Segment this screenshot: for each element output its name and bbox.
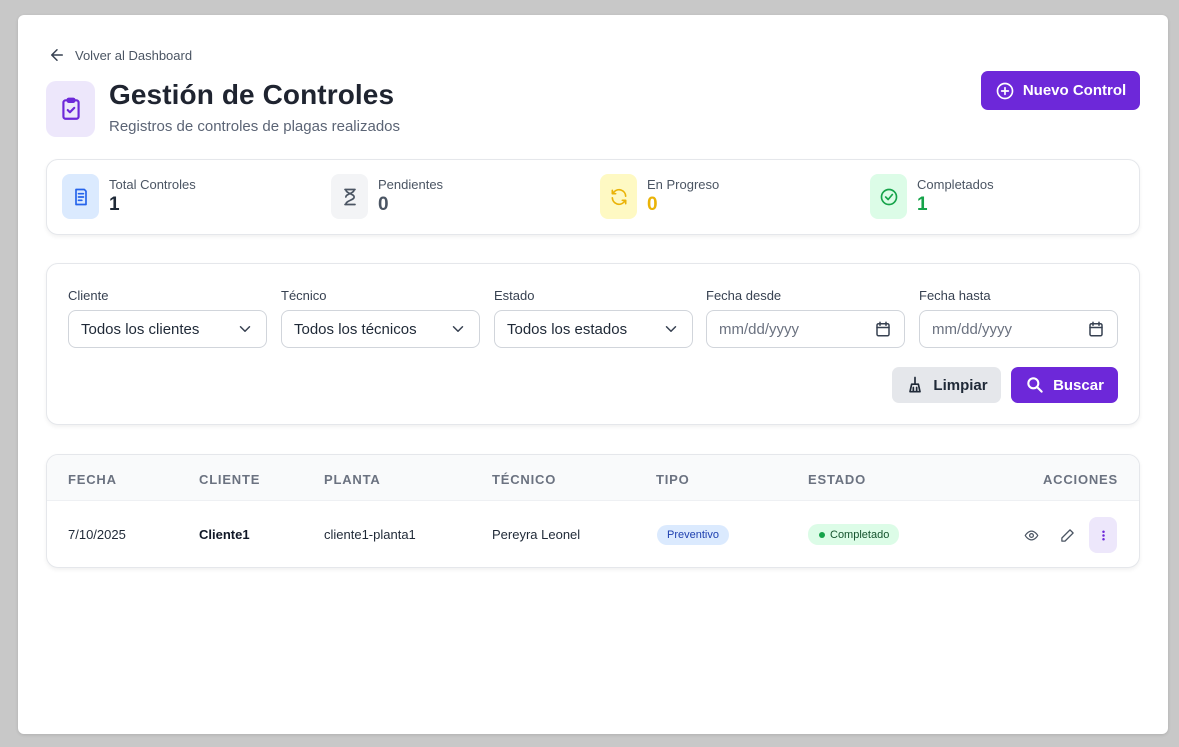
status-dot-icon xyxy=(819,531,825,538)
tecnico-filter-label: Técnico xyxy=(281,288,327,303)
broom-icon xyxy=(909,376,922,393)
column-planta[interactable]: PLANTA xyxy=(324,472,381,487)
calendar-icon[interactable] xyxy=(1087,320,1105,338)
pencil-icon xyxy=(1060,528,1074,542)
estado-filter-label: Estado xyxy=(494,288,535,303)
column-cliente[interactable]: CLIENTE xyxy=(199,472,260,487)
hourglass-icon xyxy=(331,174,368,219)
calendar-icon[interactable] xyxy=(874,320,892,338)
estado-select[interactable]: Todos los estados xyxy=(494,310,693,348)
page-title: Gestión de Controles xyxy=(109,79,395,110)
chevron-down-icon xyxy=(239,326,251,332)
column-acciones: ACCIONES xyxy=(1042,472,1118,487)
table-row[interactable]: 7/10/2025 Cliente1 cliente1-planta1 Pere… xyxy=(47,502,1139,567)
fecha-hasta-placeholder: mm/dd/yyyy xyxy=(932,320,1013,338)
edit-button[interactable] xyxy=(1053,517,1081,553)
back-to-dashboard-link[interactable]: Volver al Dashboard xyxy=(48,45,192,65)
cliente-select-value: Todos los clientes xyxy=(81,320,200,338)
stat-total-value: 1 xyxy=(109,194,120,215)
search-label: Buscar xyxy=(1053,376,1104,394)
new-control-label: Nuevo Control xyxy=(1022,82,1127,99)
search-button[interactable]: Buscar xyxy=(1011,367,1118,403)
fecha-hasta-filter: Fecha hasta mm/dd/yyyy xyxy=(919,288,1118,348)
cliente-filter: Cliente Todos los clientes xyxy=(68,288,267,348)
cell-tecnico: Pereyra Leonel xyxy=(492,527,581,542)
stat-pendientes-label: Pendientes xyxy=(378,177,444,192)
fecha-desde-filter: Fecha desde mm/dd/yyyy xyxy=(706,288,905,348)
stat-en-progreso-label: En Progreso xyxy=(647,177,720,192)
main-window: Volver al Dashboard Gestión de Controles… xyxy=(18,15,1168,734)
stat-total-label: Total Controles xyxy=(109,177,196,192)
column-tecnico[interactable]: TÉCNICO xyxy=(492,472,556,487)
cliente-select[interactable]: Todos los clientes xyxy=(68,310,267,348)
tipo-badge: Preventivo xyxy=(657,525,729,545)
column-tipo[interactable]: TIPO xyxy=(656,472,690,487)
arrow-left-icon xyxy=(51,49,63,61)
clear-filters-label: Limpiar xyxy=(933,376,988,394)
chevron-down-icon xyxy=(665,326,677,332)
document-icon xyxy=(62,174,99,219)
fecha-desde-placeholder: mm/dd/yyyy xyxy=(719,320,800,338)
clear-filters-button[interactable]: Limpiar xyxy=(892,367,1001,403)
tecnico-select-value: Todos los técnicos xyxy=(294,320,417,338)
page-subtitle: Registros de controles de plagas realiza… xyxy=(109,118,400,135)
stat-en-progreso-value: 0 xyxy=(647,194,658,215)
fecha-desde-label: Fecha desde xyxy=(706,288,782,303)
column-fecha[interactable]: FECHA xyxy=(68,472,117,487)
stat-total: Total Controles 1 xyxy=(62,174,196,220)
fecha-hasta-input[interactable]: mm/dd/yyyy xyxy=(919,310,1118,348)
refresh-icon xyxy=(600,174,637,219)
status-badge: Completado xyxy=(808,524,900,545)
plus-circle-icon xyxy=(996,82,1014,99)
eye-icon xyxy=(1024,530,1038,540)
search-icon xyxy=(1027,377,1043,393)
table-header: FECHA CLIENTE PLANTA TÉCNICO TIPO ESTADO… xyxy=(47,455,1139,501)
fecha-hasta-label: Fecha hasta xyxy=(919,288,991,303)
cell-fecha: 7/10/2025 xyxy=(68,527,126,542)
stat-pendientes: Pendientes 0 xyxy=(331,174,443,220)
check-circle-icon xyxy=(870,174,907,219)
status-badge-label: Completado xyxy=(830,528,890,541)
stat-completados-value: 1 xyxy=(917,194,928,215)
tecnico-filter: Técnico Todos los técnicos xyxy=(281,288,480,348)
chevron-down-icon xyxy=(452,326,464,332)
fecha-desde-input[interactable]: mm/dd/yyyy xyxy=(706,310,905,348)
column-estado[interactable]: ESTADO xyxy=(808,472,866,487)
cell-planta: cliente1-planta1 xyxy=(324,527,416,542)
stat-completados: Completados 1 xyxy=(870,174,994,220)
tecnico-select[interactable]: Todos los técnicos xyxy=(281,310,480,348)
stat-en-progreso: En Progreso 0 xyxy=(600,174,719,220)
filters-card: Cliente Todos los clientes Técnico Todos… xyxy=(46,263,1140,425)
view-button[interactable] xyxy=(1017,517,1045,553)
more-options-button[interactable] xyxy=(1089,517,1117,553)
stat-pendientes-value: 0 xyxy=(378,194,389,215)
clipboard-check-icon xyxy=(46,81,95,137)
controls-table: FECHA CLIENTE PLANTA TÉCNICO TIPO ESTADO… xyxy=(46,454,1140,568)
stats-card: Total Controles 1 Pendientes 0 En Progre… xyxy=(46,159,1140,235)
dots-vertical-icon xyxy=(1101,530,1105,540)
back-link-label: Volver al Dashboard xyxy=(75,47,193,63)
stat-completados-label: Completados xyxy=(917,177,994,192)
estado-filter: Estado Todos los estados xyxy=(494,288,693,348)
new-control-button[interactable]: Nuevo Control xyxy=(981,71,1140,110)
estado-select-value: Todos los estados xyxy=(507,320,628,338)
cell-cliente: Cliente1 xyxy=(199,527,250,542)
cliente-filter-label: Cliente xyxy=(68,288,109,303)
